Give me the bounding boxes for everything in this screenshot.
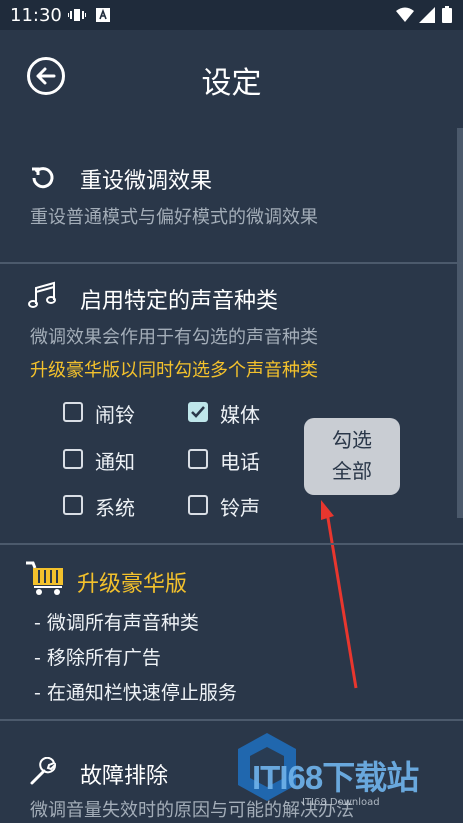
- checkmark-icon: [191, 406, 205, 418]
- watermark: ITI68下载站 ITI68 Download: [232, 725, 458, 817]
- upgrade-title[interactable]: 升级豪华版: [77, 566, 187, 598]
- scrollbar[interactable]: [457, 128, 463, 518]
- upgrade-bullet: - 微调所有声音种类: [34, 612, 199, 634]
- sound-types-title: 启用特定的声音种类: [80, 289, 279, 314]
- divider: [0, 719, 463, 721]
- select-all-line1: 勾选: [332, 428, 372, 452]
- reset-description: 重设普通模式与偏好模式的微调效果: [30, 207, 318, 228]
- divider: [0, 262, 463, 264]
- select-all-line2: 全部: [332, 459, 372, 483]
- sound-types-description: 微调效果会作用于有勾选的声音种类: [30, 327, 318, 348]
- shopping-cart-icon: [26, 561, 63, 595]
- checkbox-media[interactable]: [188, 402, 208, 422]
- page-title: 设定: [201, 66, 262, 101]
- wrench-icon: [30, 757, 56, 785]
- music-notes-icon: [28, 281, 56, 308]
- reset-icon: [32, 167, 54, 189]
- checkbox-ringtone-label[interactable]: 铃声: [220, 492, 260, 521]
- watermark-subtext: ITI68 Download: [302, 797, 380, 808]
- checkbox-ringtone[interactable]: [188, 495, 208, 515]
- vibrate-icon: [68, 9, 86, 21]
- annotation-arrow: [321, 500, 358, 689]
- checkbox-phone[interactable]: [188, 449, 208, 469]
- status-bar: 11:30: [0, 0, 463, 30]
- select-all-button[interactable]: 勾选 全部: [304, 418, 400, 495]
- checkbox-alarm-label[interactable]: 闹铃: [95, 399, 135, 428]
- divider: [0, 543, 463, 545]
- app-header: 设定: [0, 30, 463, 130]
- upgrade-promo-text[interactable]: 升级豪华版以同时勾选多个声音种类: [30, 356, 318, 382]
- wifi-icon: [396, 7, 414, 22]
- checkbox-system-label[interactable]: 系统: [95, 492, 135, 521]
- signal-icon: [419, 7, 435, 23]
- checkbox-phone-label[interactable]: 电话: [220, 446, 260, 475]
- keyboard-a-icon: [96, 8, 110, 22]
- checkbox-notification-label[interactable]: 通知: [95, 446, 135, 475]
- upgrade-bullet: - 移除所有广告: [34, 647, 161, 669]
- checkbox-system[interactable]: [63, 495, 83, 515]
- troubleshoot-title[interactable]: 故障排除: [80, 758, 168, 790]
- checkbox-media-label[interactable]: 媒体: [220, 399, 260, 428]
- reset-title: 重设微调效果: [80, 169, 213, 194]
- checkbox-notification[interactable]: [63, 449, 83, 469]
- watermark-text: ITI68下载站: [252, 759, 419, 796]
- checkbox-alarm[interactable]: [63, 402, 83, 422]
- upgrade-bullet: - 在通知栏快速停止服务: [34, 682, 237, 704]
- status-time: 11:30: [10, 5, 62, 26]
- battery-icon: [442, 6, 452, 23]
